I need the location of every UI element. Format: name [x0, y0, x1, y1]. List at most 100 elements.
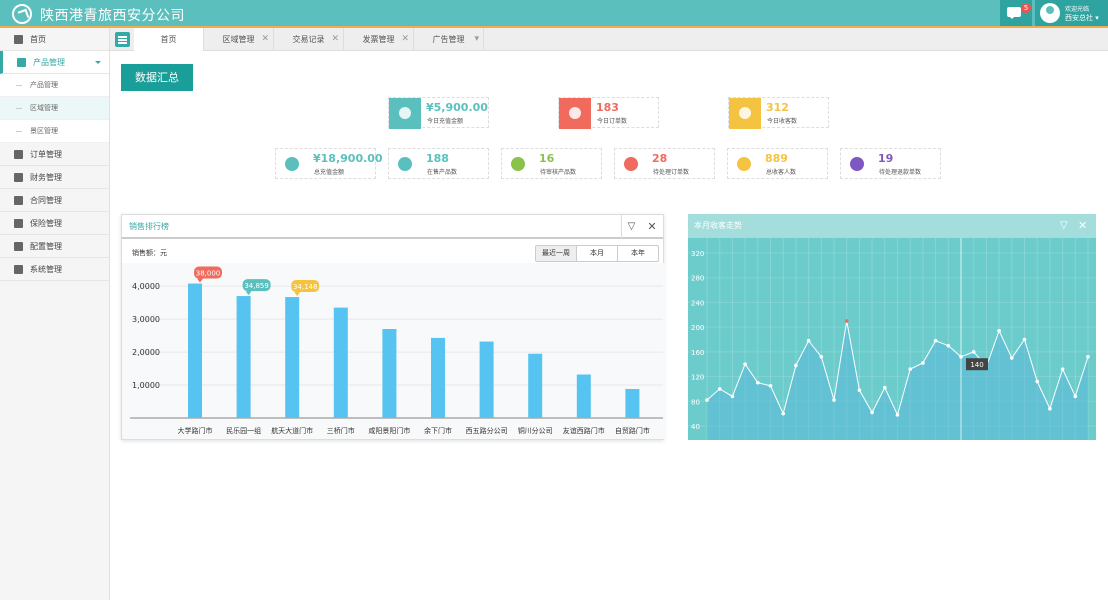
data-point	[971, 350, 976, 354]
welcome-text: 欢迎光临	[1065, 6, 1090, 13]
pending-orders-icon	[615, 149, 647, 180]
tab-label: 广告管理	[432, 35, 465, 44]
data-point	[768, 384, 773, 388]
y-tick-label: 3,0000	[132, 315, 160, 324]
sidebar-item-7[interactable]: 系统管理	[0, 258, 109, 281]
data-point	[1073, 394, 1078, 399]
data-point	[730, 394, 735, 399]
tab-1[interactable]: 区域管理 ✕	[204, 28, 274, 51]
tab-label: 区域管理	[222, 35, 255, 44]
refund-icon	[841, 149, 873, 180]
range-option-0[interactable]: 最近一周	[536, 246, 577, 261]
sidebar-item-4[interactable]: 合同管理	[0, 189, 109, 212]
messages-button[interactable]: 5	[1000, 0, 1032, 26]
y-tick-label: 4,0000	[132, 282, 160, 291]
x-tick-label: 民乐园一组	[226, 426, 261, 435]
money-bag-icon	[389, 98, 421, 129]
chat-bubble-icon	[1007, 7, 1021, 19]
data-point	[717, 387, 722, 391]
data-point	[895, 413, 900, 417]
menu-toggle-button[interactable]	[115, 32, 130, 47]
sidebar-item-0[interactable]: 首页	[0, 28, 109, 51]
message-count-badge: 5	[1021, 3, 1031, 13]
stat-card: 183 今日订单数	[558, 97, 659, 129]
sidebar-subitem-1[interactable]: 区域管理	[0, 97, 109, 120]
trend-panel: 本月收客走势 ▽ ✕ 40 80 120 160 200 240 280 320 140	[688, 214, 1096, 440]
sliders-icon	[14, 242, 23, 251]
x-tick-label: 大学路门市	[178, 426, 213, 435]
sidebar-item-label: 首页	[30, 35, 46, 44]
sidebar: 首页 产品管理 产品管理 区域管理 景区管理 订单管理 财务管理 合同管理 保险管理 配置管理 系统…	[0, 28, 110, 600]
x-tick-label: 余下门市	[424, 426, 452, 435]
close-icon[interactable]: ✕	[1078, 214, 1087, 238]
tab-2[interactable]: 交易记录 ✕	[274, 28, 344, 51]
tab-0[interactable]: 首页	[134, 28, 204, 51]
y-tick-label: 240	[691, 299, 704, 307]
data-point	[743, 362, 747, 367]
panel-title: 本月收客走势	[694, 221, 742, 230]
sidebar-item-label: 财务管理	[30, 173, 62, 182]
user-menu[interactable]: 欢迎光临 西安总社 ▾	[1035, 0, 1108, 26]
page-title: 数据汇总	[121, 64, 193, 91]
chevron-down-icon[interactable]: ▾	[474, 28, 479, 51]
tab-bar: 首页 区域管理 ✕ 交易记录 ✕ 发票管理 ✕ 广告管理 ▾	[110, 28, 1108, 51]
y-tick-label: 120	[691, 374, 704, 382]
range-selector: 最近一周 本月 本年	[535, 245, 659, 262]
sidebar-item-6[interactable]: 配置管理	[0, 235, 109, 258]
sidebar-item-1[interactable]: 产品管理	[0, 51, 109, 74]
close-icon[interactable]: ✕	[331, 28, 339, 51]
stat-value: 889	[765, 152, 788, 165]
sidebar-item-2[interactable]: 订单管理	[0, 143, 109, 166]
stat-value: 28	[652, 152, 668, 165]
stat-label: 今日订单数	[597, 118, 628, 125]
panel-header: 本月收客走势 ▽ ✕	[688, 214, 1096, 238]
users-icon	[728, 149, 760, 180]
y-tick-label: 2,0000	[132, 348, 160, 357]
close-icon[interactable]: ✕	[642, 215, 662, 239]
home-icon	[14, 35, 23, 44]
sidebar-item-label: 合同管理	[30, 196, 62, 205]
sidebar-item-label: 订单管理	[30, 150, 62, 159]
sidebar-item-5[interactable]: 保险管理	[0, 212, 109, 235]
chevron-down-icon	[95, 61, 101, 67]
range-option-2[interactable]: 本年	[618, 246, 658, 261]
sidebar-subitem-2[interactable]: 景区管理	[0, 120, 109, 143]
insurance-icon	[14, 219, 23, 228]
stat-label: 待处理订单数	[653, 169, 690, 176]
data-point	[806, 338, 811, 343]
wallet-icon	[14, 173, 23, 182]
tooltip-label: 140	[970, 361, 983, 369]
order-icon	[14, 150, 23, 159]
pending-products-icon	[502, 149, 534, 180]
y-tick-label: 1,0000	[132, 381, 160, 390]
x-tick-label: 铜川分公司	[518, 426, 553, 435]
close-icon[interactable]: ✕	[401, 28, 409, 51]
clipboard-icon	[559, 98, 591, 129]
stat-card: 19 待处理退款单数	[840, 148, 941, 179]
tab-4[interactable]: 广告管理 ▾	[414, 28, 484, 51]
bar	[333, 307, 348, 418]
y-tick-label: 280	[691, 275, 704, 283]
sidebar-item-label: 保险管理	[30, 219, 62, 228]
range-option-1[interactable]: 本月	[577, 246, 618, 261]
monitor-icon	[14, 265, 23, 274]
sales-ranking-panel: 销售排行榜 ▽ ✕ 销售额：元 最近一周 本月 本年 1,0000 2,0000 3,0…	[121, 214, 665, 440]
x-tick-label: 西五路分公司	[466, 426, 508, 435]
data-point	[1060, 367, 1065, 371]
filter-icon[interactable]: ▽	[1060, 214, 1068, 238]
close-icon[interactable]: ✕	[261, 28, 269, 51]
sidebar-item-label: 系统管理	[30, 265, 62, 274]
sidebar-subitem-0[interactable]: 产品管理	[0, 74, 109, 97]
bar	[188, 283, 202, 418]
sales-bar-chart: 1,0000 2,0000 3,0000 4,0000 大学路门市 民乐园一组 航天大道门市…	[122, 263, 665, 439]
stat-value: 312	[766, 101, 789, 114]
stat-card: 28 待处理订单数	[614, 148, 715, 179]
unit-label: 销售额：元	[132, 249, 167, 257]
stat-card: 312 今日收客数	[728, 97, 829, 129]
tab-3[interactable]: 发票管理 ✕	[344, 28, 414, 51]
filter-icon[interactable]: ▽	[621, 215, 641, 239]
data-point	[1022, 337, 1027, 342]
bar	[285, 297, 300, 418]
trend-area-chart: 40 80 120 160 200 240 280 320 140	[688, 238, 1096, 440]
sidebar-item-3[interactable]: 财务管理	[0, 166, 109, 189]
